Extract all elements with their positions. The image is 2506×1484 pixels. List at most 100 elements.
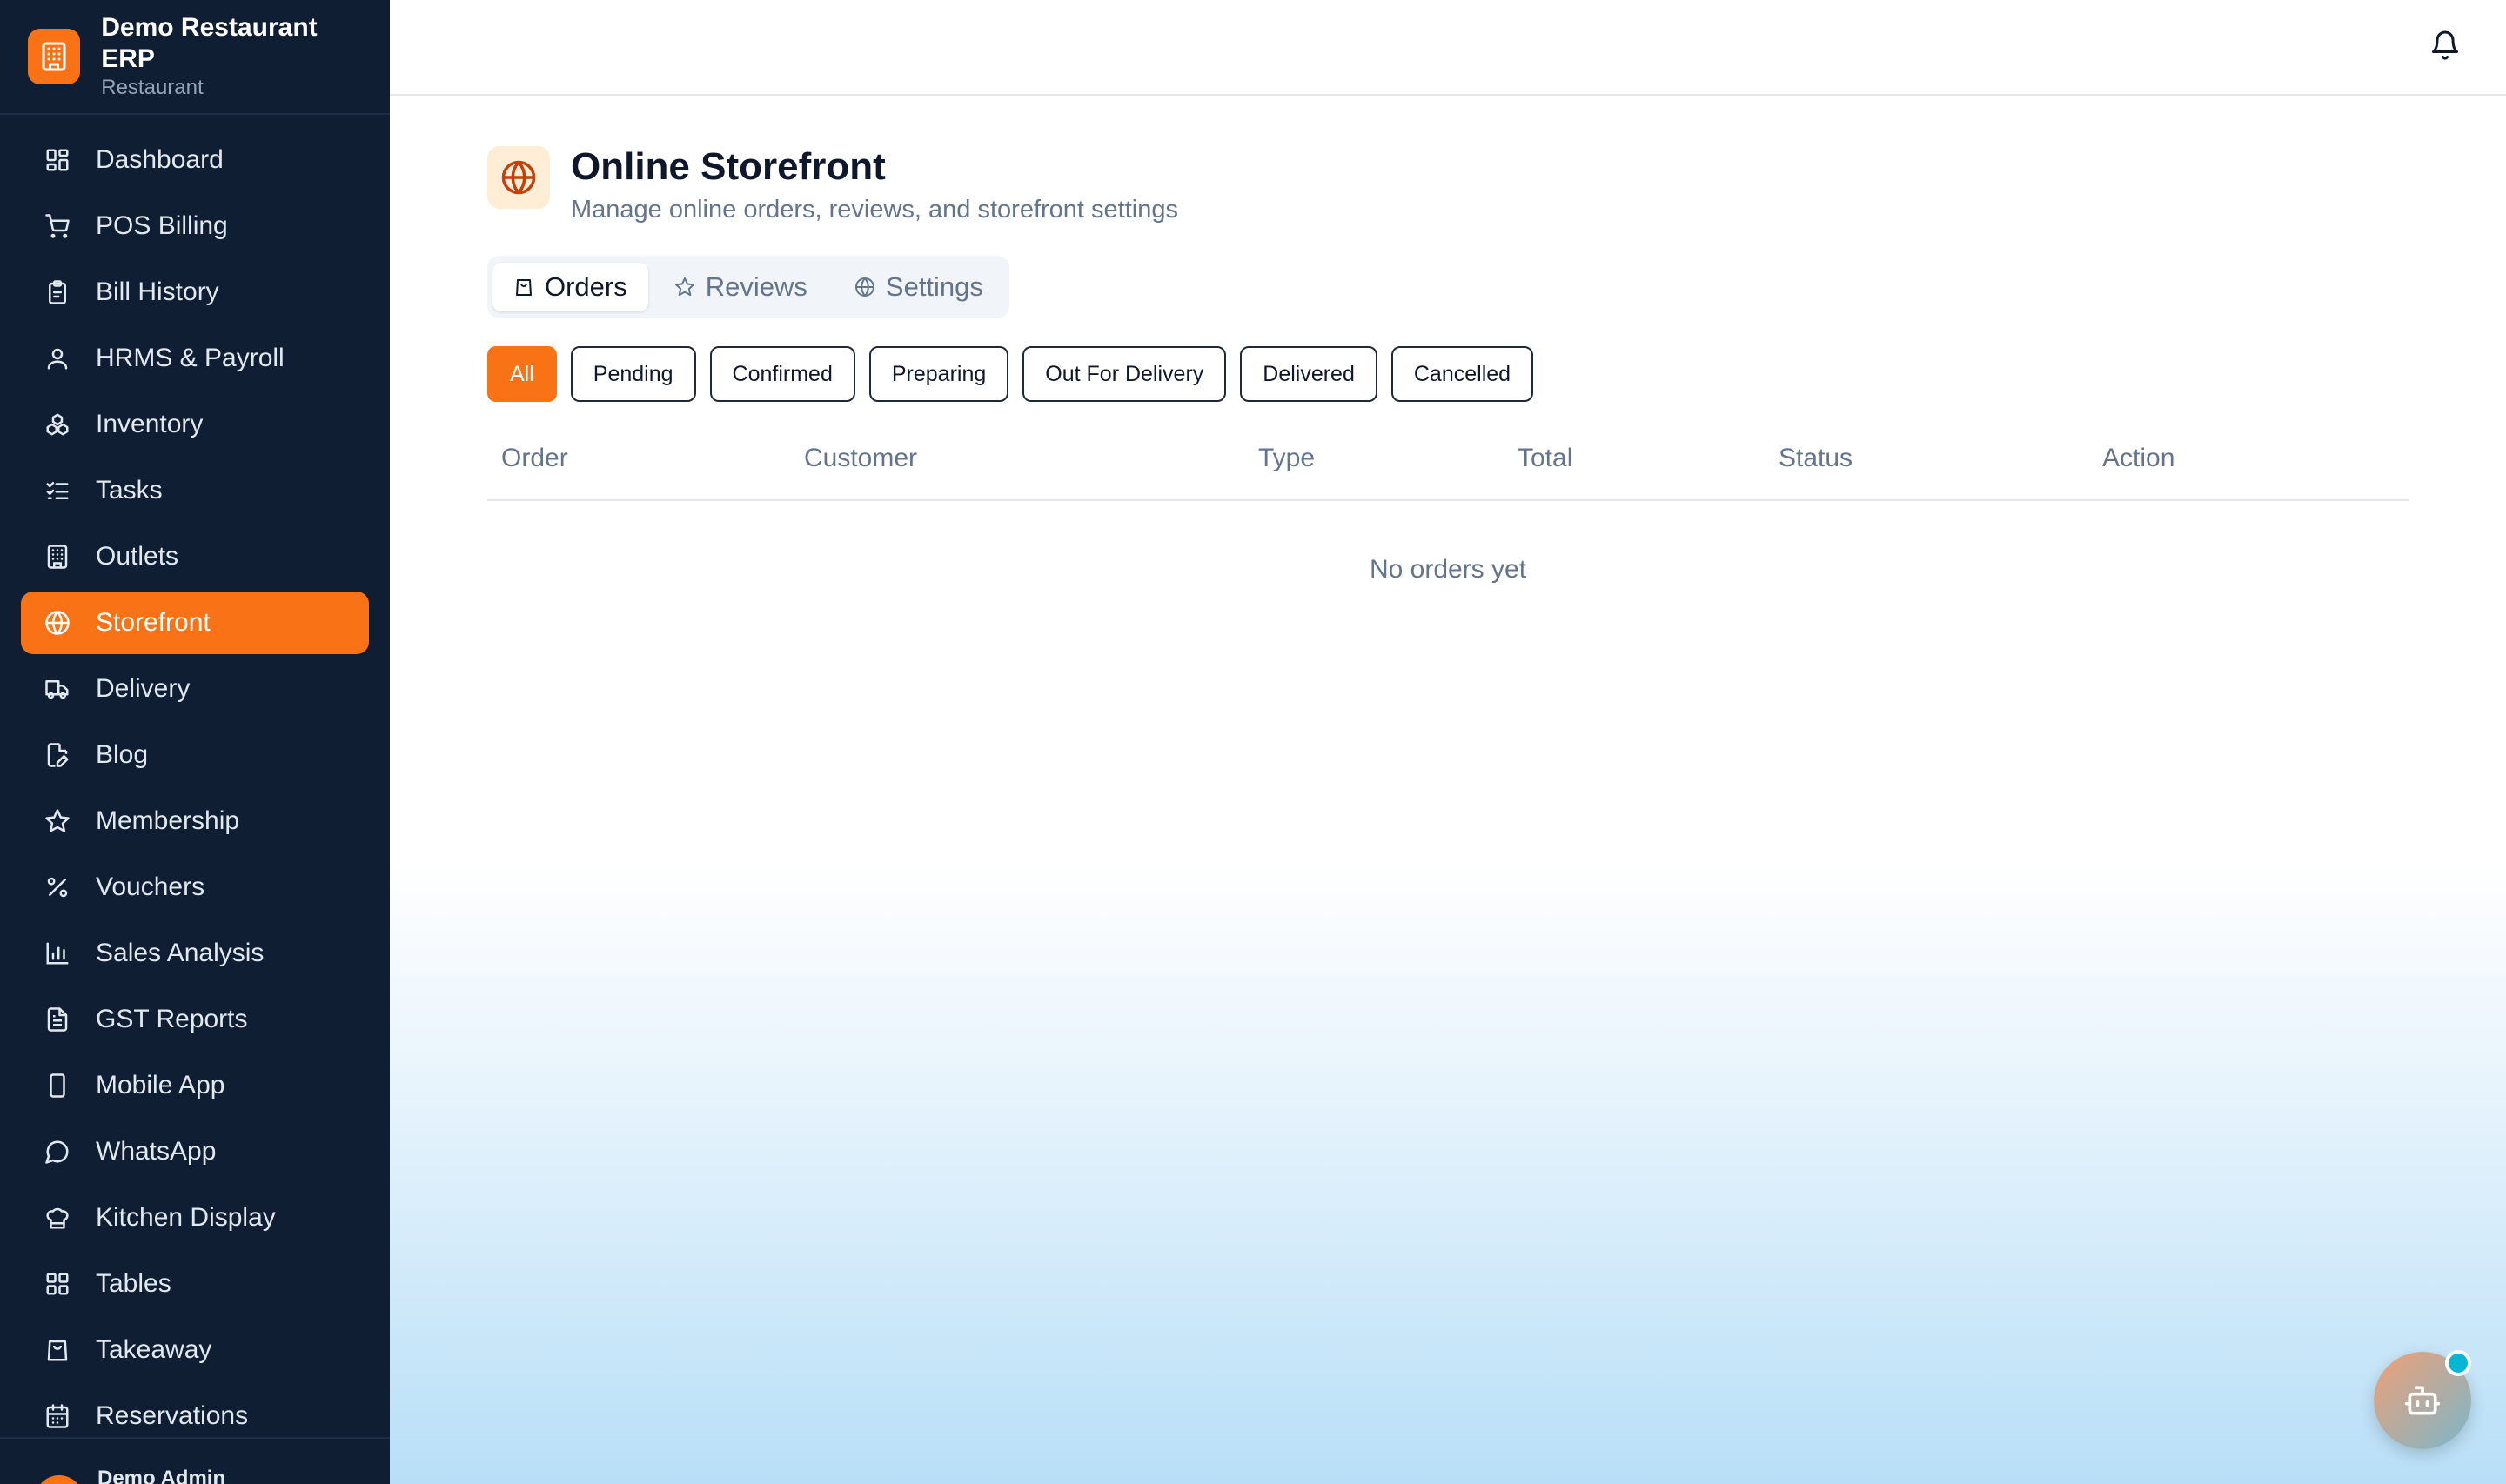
sidebar-item-sales-analysis[interactable]: Sales Analysis <box>21 922 369 985</box>
brand-header: Demo Restaurant ERP Restaurant <box>0 0 390 115</box>
tab-settings[interactable]: Settings <box>834 263 1004 311</box>
sidebar-item-label: Outlets <box>96 542 179 571</box>
filter-all[interactable]: All <box>487 346 557 402</box>
bot-icon <box>2403 1381 2442 1420</box>
sidebar-item-membership[interactable]: Membership <box>21 790 369 852</box>
sidebar-item-label: HRMS & Payroll <box>96 344 285 372</box>
tab-label: Settings <box>885 271 983 302</box>
sidebar-item-label: GST Reports <box>96 1005 248 1033</box>
sidebar-item-outlets[interactable]: Outlets <box>21 525 369 588</box>
empty-state-text: No orders yet <box>1369 555 1527 584</box>
sidebar-item-whatsapp[interactable]: WhatsApp <box>21 1120 369 1183</box>
sidebar-item-blog[interactable]: Blog <box>21 724 369 786</box>
sidebar-item-label: Sales Analysis <box>96 939 265 967</box>
globe-icon <box>487 146 550 209</box>
sidebar-item-delivery[interactable]: Delivery <box>21 658 369 720</box>
avatar <box>35 1475 84 1484</box>
top-bar <box>390 0 2506 96</box>
notification-dot <box>2445 1350 2471 1376</box>
smartphone-icon <box>44 1072 71 1100</box>
bell-icon[interactable] <box>2429 30 2461 61</box>
tab-orders[interactable]: Orders <box>492 263 648 311</box>
status-filters: All Pending Confirmed Preparing Out For … <box>487 346 1534 402</box>
sidebar-item-pos-billing[interactable]: POS Billing <box>21 195 369 257</box>
sidebar-item-inventory[interactable]: Inventory <box>21 393 369 456</box>
orders-table: Order Customer Type Total Status Action … <box>487 426 2409 585</box>
sidebar-item-label: WhatsApp <box>96 1137 217 1166</box>
sidebar-item-label: Blog <box>96 740 149 769</box>
grid-icon <box>44 1270 71 1298</box>
sidebar-item-takeaway[interactable]: Takeaway <box>21 1319 369 1381</box>
page-header: Online Storefront Manage online orders, … <box>487 145 1178 226</box>
clipboard-icon <box>44 278 71 306</box>
tab-reviews[interactable]: Reviews <box>653 263 828 311</box>
assistant-button[interactable] <box>2374 1350 2471 1449</box>
list-check-icon <box>44 477 71 505</box>
sidebar-item-hrms-payroll[interactable]: HRMS & Payroll <box>21 327 369 390</box>
sidebar-item-label: Tasks <box>96 476 163 505</box>
sidebar-item-label: Inventory <box>96 410 204 438</box>
shopping-bag-icon <box>44 1336 71 1364</box>
boxes-icon <box>44 411 71 438</box>
brand-subtitle: Restaurant <box>101 76 204 99</box>
file-pen-icon <box>44 741 71 769</box>
sidebar-nav: Dashboard POS Billing Bill History HRMS … <box>0 115 390 1447</box>
grid-icon <box>44 146 71 174</box>
sidebar-item-label: Mobile App <box>96 1071 225 1100</box>
column-header-total: Total <box>1518 444 1573 472</box>
sidebar-item-tables[interactable]: Tables <box>21 1253 369 1315</box>
table-header: Order Customer Type Total Status Action <box>487 426 2409 501</box>
user-icon <box>44 344 71 372</box>
filter-out-for-delivery[interactable]: Out For Delivery <box>1022 346 1227 402</box>
sidebar-item-label: Membership <box>96 806 240 835</box>
column-header-customer: Customer <box>804 444 918 472</box>
filter-cancelled[interactable]: Cancelled <box>1390 346 1534 402</box>
truck-icon <box>44 675 71 703</box>
message-circle-icon <box>44 1138 71 1166</box>
file-text-icon <box>44 1006 71 1033</box>
tab-bar: Orders Reviews Settings <box>487 256 1009 318</box>
chef-hat-icon <box>44 1204 71 1232</box>
sidebar-item-kitchen-display[interactable]: Kitchen Display <box>21 1187 369 1249</box>
column-header-type: Type <box>1258 444 1316 472</box>
column-header-order: Order <box>501 444 568 472</box>
globe-icon <box>854 276 877 298</box>
filter-delivered[interactable]: Delivered <box>1240 346 1377 402</box>
brand-title: Demo Restaurant ERP <box>101 13 318 73</box>
percent-icon <box>44 873 71 901</box>
filter-pending[interactable]: Pending <box>570 346 696 402</box>
sidebar-item-bill-history[interactable]: Bill History <box>21 261 369 324</box>
star-icon <box>674 276 697 298</box>
sidebar-item-label: Kitchen Display <box>96 1203 276 1232</box>
sidebar-item-label: Delivery <box>96 674 191 703</box>
sidebar-item-vouchers[interactable]: Vouchers <box>21 856 369 919</box>
filter-confirmed[interactable]: Confirmed <box>709 346 855 402</box>
sidebar-item-label: Bill History <box>96 277 219 306</box>
shopping-bag-icon <box>513 276 536 298</box>
sidebar-item-label: Takeaway <box>96 1335 212 1364</box>
sidebar-item-tasks[interactable]: Tasks <box>21 459 369 522</box>
tab-label: Reviews <box>705 271 807 302</box>
sidebar-item-label: Dashboard <box>96 145 224 174</box>
calendar-icon <box>44 1402 71 1430</box>
sidebar-item-gst-reports[interactable]: GST Reports <box>21 988 369 1051</box>
sidebar: Demo Restaurant ERP Restaurant Dashboard… <box>0 0 390 1484</box>
filter-preparing[interactable]: Preparing <box>868 346 1009 402</box>
sidebar-item-dashboard[interactable]: Dashboard <box>21 129 369 191</box>
user-profile[interactable]: Demo Admin <box>0 1437 390 1484</box>
building-icon <box>28 29 81 84</box>
bar-chart-icon <box>44 939 71 967</box>
globe-icon <box>44 609 71 637</box>
cart-icon <box>44 212 71 240</box>
sidebar-item-label: Vouchers <box>96 872 205 901</box>
main-content: Online Storefront Manage online orders, … <box>390 96 2506 1484</box>
column-header-action: Action <box>2102 444 2175 472</box>
star-icon <box>44 807 71 835</box>
sidebar-item-mobile-app[interactable]: Mobile App <box>21 1054 369 1117</box>
page-subtitle: Manage online orders, reviews, and store… <box>571 196 1178 224</box>
tab-label: Orders <box>545 271 627 302</box>
sidebar-item-label: Tables <box>96 1269 171 1298</box>
sidebar-item-label: POS Billing <box>96 211 228 240</box>
sidebar-item-label: Storefront <box>96 608 211 637</box>
sidebar-item-storefront[interactable]: Storefront <box>21 592 369 654</box>
